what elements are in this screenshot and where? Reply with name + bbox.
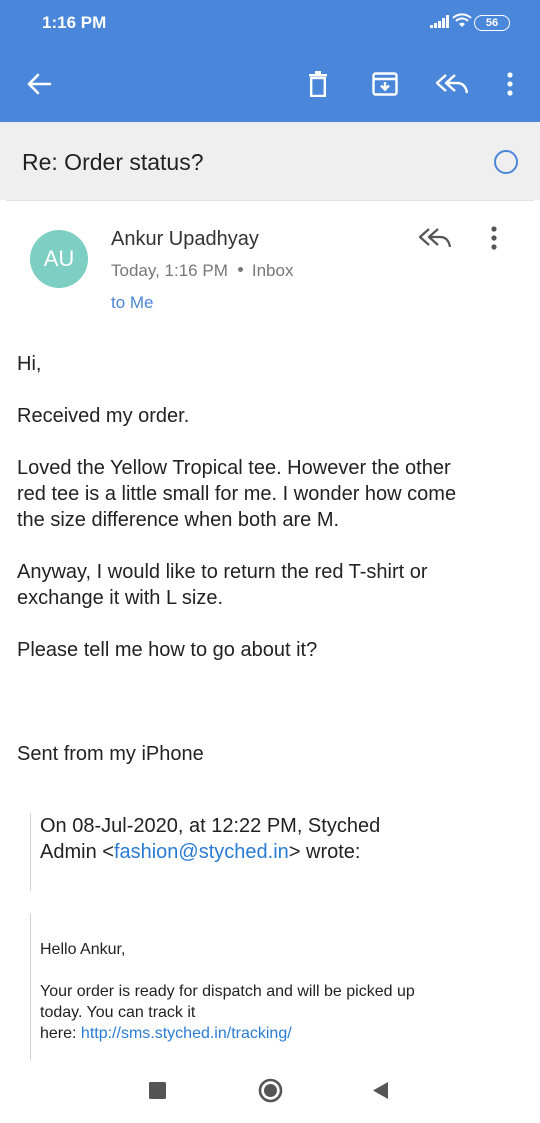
signal-icon: [430, 14, 452, 33]
trash-icon: [309, 71, 327, 97]
delete-button[interactable]: [298, 64, 338, 104]
quoted-message: Hello Ankur, Your order is ready for dis…: [30, 913, 520, 1063]
body-paragraph-1: Received my order.: [17, 405, 190, 427]
triangle-back-icon: [373, 1082, 388, 1099]
back-nav-button[interactable]: [372, 1081, 389, 1105]
tracking-link[interactable]: http://sms.styched.in/tracking/: [81, 1025, 292, 1042]
quote-header-text: Admin <: [40, 841, 114, 863]
message-folder: Inbox: [251, 261, 294, 280]
quote-header-text: > wrote:: [288, 841, 361, 863]
body-greeting: Hi,: [17, 353, 42, 375]
body-paragraph-4: Please tell me how to go about it?: [17, 639, 318, 661]
more-vertical-icon: [507, 72, 513, 96]
battery-icon: 56: [474, 15, 510, 31]
email-signature: Sent from my iPhone: [17, 743, 204, 765]
archive-icon: [372, 72, 398, 96]
quote-header-line: Admin <fashion@styched.in> wrote:: [40, 839, 520, 865]
sender-name: Ankur Upadhyay: [111, 228, 259, 250]
back-button[interactable]: [19, 64, 59, 104]
quoted-line: today. You can track it: [40, 1004, 196, 1021]
reply-all-button[interactable]: [432, 64, 472, 104]
message-meta: Today, 1:16 PM Inbox: [111, 261, 293, 281]
quoted-email-link[interactable]: fashion@styched.in: [114, 841, 289, 863]
body-paragraph-3: Anyway, I would like to return the red T…: [17, 559, 517, 611]
reply-button[interactable]: [418, 225, 458, 257]
square-icon: [149, 1082, 166, 1099]
home-button[interactable]: [258, 1078, 283, 1108]
body-line: exchange it with L size.: [17, 587, 224, 609]
message-card: AU Ankur Upadhyay Today, 1:16 PM Inbox to…: [6, 200, 534, 1063]
quoted-greeting: Hello Ankur,: [40, 941, 126, 958]
quoted-text: here:: [40, 1025, 81, 1042]
message-time: Today, 1:16 PM: [111, 261, 228, 280]
app-bar: [0, 44, 540, 122]
star-toggle[interactable]: [494, 150, 518, 174]
status-time: 1:16 PM: [42, 13, 107, 32]
separator-dot: [237, 267, 243, 273]
body-line: Loved the Yellow Tropical tee. However t…: [17, 457, 451, 479]
archive-button[interactable]: [365, 64, 405, 104]
quoted-line: Your order is ready for dispatch and wil…: [40, 983, 415, 1000]
email-subject: Re: Order status?: [22, 149, 204, 175]
quoted-line: here: http://sms.styched.in/tracking/: [40, 1023, 520, 1044]
wifi-icon: [452, 13, 472, 34]
status-bar: 1:16 PM 56: [0, 0, 540, 44]
more-options-button[interactable]: [490, 64, 530, 104]
reply-all-icon: [418, 228, 452, 248]
body-line: Anyway, I would like to return the red T…: [17, 561, 428, 583]
message-more-button[interactable]: [490, 225, 514, 257]
quoted-header: On 08-Jul-2020, at 12:22 PM, Styched Adm…: [30, 813, 520, 891]
body-line: red tee is a little small for me. I wond…: [17, 483, 457, 505]
quote-header-line: On 08-Jul-2020, at 12:22 PM, Styched: [40, 815, 381, 837]
arrow-left-icon: [27, 73, 52, 95]
more-vertical-icon: [491, 226, 497, 250]
subject-bar: Re: Order status?: [0, 122, 540, 200]
recents-button[interactable]: [149, 1082, 166, 1104]
home-circle-icon: [258, 1078, 283, 1103]
body-paragraph-2: Loved the Yellow Tropical tee. However t…: [17, 455, 517, 533]
avatar[interactable]: AU: [30, 230, 88, 288]
body-line: the size difference when both are M.: [17, 509, 340, 531]
reply-all-icon: [435, 74, 469, 94]
system-nav-bar: [0, 1060, 540, 1123]
recipients-toggle[interactable]: to Me: [111, 293, 154, 313]
